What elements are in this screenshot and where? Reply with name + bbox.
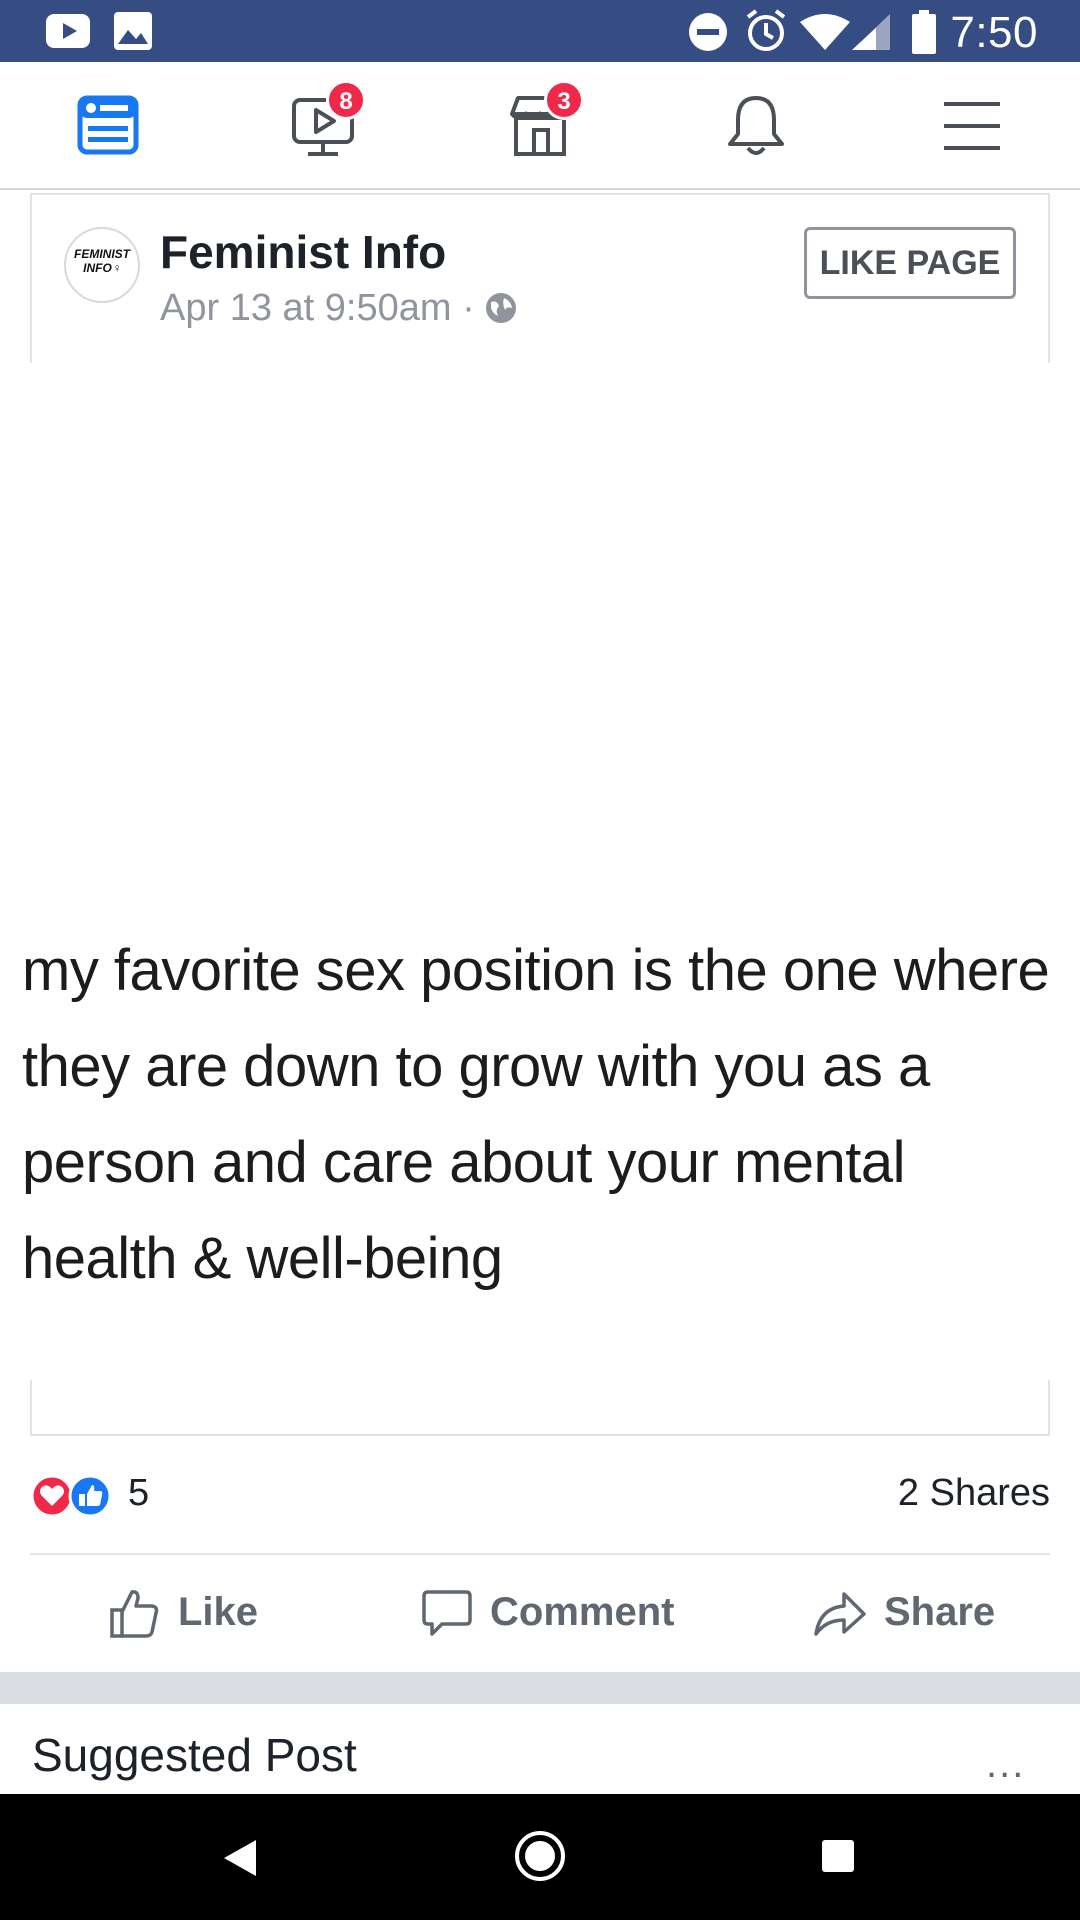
share-button[interactable]: Share (812, 1582, 1012, 1646)
feed-separator (0, 1672, 1080, 1704)
nav-news-feed[interactable] (72, 90, 144, 162)
reactions-row[interactable]: 5 2 Shares (30, 1470, 1050, 1520)
post-header: FEMINIST INFO♀ Feminist Info Apr 13 at 9… (30, 193, 1050, 363)
marketplace-badge: 3 (544, 80, 584, 120)
youtube-notification-icon (46, 14, 90, 48)
video-badge: 8 (326, 80, 366, 120)
share-arrow-icon (814, 1592, 866, 1636)
more-options-icon[interactable]: ... (986, 1742, 1025, 1787)
like-label: Like (178, 1590, 259, 1634)
nav-watch[interactable]: 8 (288, 80, 366, 162)
status-bar: 7:50 (0, 0, 1080, 62)
page-name[interactable]: Feminist Info (160, 225, 446, 279)
comment-button[interactable]: Comment (420, 1582, 674, 1646)
thumbs-up-icon (110, 1590, 159, 1638)
hamburger-menu-icon (944, 102, 1000, 150)
back-icon[interactable] (222, 1838, 258, 1878)
card-border-bottom (30, 1434, 1050, 1436)
alarm-icon (746, 9, 786, 51)
facebook-top-nav: 8 3 (0, 62, 1080, 190)
battery-icon (912, 10, 936, 54)
female-symbol-icon: ♀ (111, 261, 121, 275)
post-timestamp[interactable]: Apr 13 at 9:50am · (160, 287, 517, 330)
do-not-disturb-icon (689, 13, 727, 51)
android-nav-bar (0, 1794, 1080, 1920)
nav-menu[interactable] (936, 90, 1008, 162)
image-notification-icon (114, 12, 152, 50)
page-avatar[interactable]: FEMINIST INFO♀ (64, 227, 140, 303)
like-reaction-icon (68, 1474, 112, 1518)
home-icon[interactable] (514, 1830, 566, 1882)
share-label: Share (884, 1590, 996, 1634)
cell-signal-icon (852, 14, 890, 50)
action-divider (30, 1553, 1050, 1555)
news-feed-icon (77, 95, 139, 155)
recents-icon[interactable] (820, 1838, 856, 1874)
reaction-count: 5 (128, 1472, 150, 1514)
notification-bell-icon (728, 96, 784, 155)
post-image[interactable]: my favorite sex position is the one wher… (0, 363, 1080, 1435)
shares-count[interactable]: 2 Shares (898, 1472, 1050, 1515)
nav-notifications[interactable] (720, 90, 792, 162)
nav-marketplace[interactable]: 3 (504, 80, 584, 162)
status-time: 7:50 (950, 8, 1038, 57)
comment-bubble-icon (422, 1590, 472, 1636)
suggested-post-title: Suggested Post (32, 1729, 357, 1781)
card-border-right (1048, 1380, 1050, 1436)
comment-label: Comment (490, 1590, 675, 1634)
globe-icon (486, 293, 517, 323)
wifi-icon (800, 14, 850, 50)
avatar-logo-text: FEMINIST INFO♀ (74, 247, 130, 275)
post-image-text: my favorite sex position is the one wher… (22, 938, 1050, 1291)
card-border-left (30, 1380, 32, 1436)
like-button[interactable]: Like (108, 1582, 308, 1646)
like-page-button[interactable]: LIKE PAGE (804, 227, 1016, 299)
